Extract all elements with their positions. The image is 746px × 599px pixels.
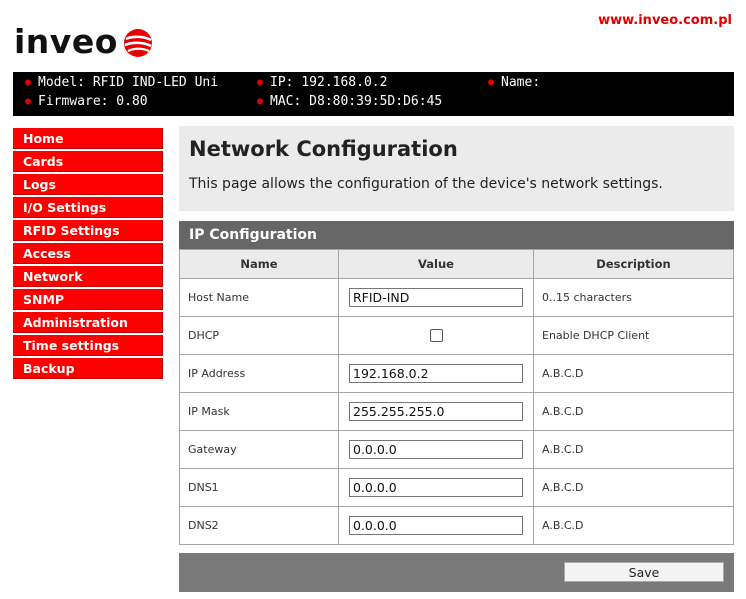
dhcp-checkbox[interactable]: [429, 329, 443, 343]
sidebar-item-administration[interactable]: Administration: [13, 312, 163, 333]
row-description: A.B.C.D: [533, 392, 734, 431]
form-footer: Save: [179, 553, 734, 592]
row-label: DNS1: [179, 468, 339, 507]
table-row-ip-mask: IP Mask A.B.C.D: [179, 392, 734, 431]
sidebar-item-snmp[interactable]: SNMP: [13, 289, 163, 310]
row-description: A.B.C.D: [533, 430, 734, 469]
name-info: ● Name:: [488, 75, 541, 90]
page-description: This page allows the configuration of th…: [189, 176, 663, 192]
ip-config-table: Name Value Description Host Name 0..15 c…: [179, 249, 734, 545]
sidebar-item-cards[interactable]: Cards: [13, 151, 163, 172]
ip-mask-input[interactable]: [349, 402, 523, 421]
row-label: Gateway: [179, 430, 339, 469]
table-row-gateway: Gateway A.B.C.D: [179, 430, 734, 469]
row-description: A.B.C.D: [533, 354, 734, 393]
red-dot-icon: ●: [257, 96, 264, 107]
row-label: DNS2: [179, 506, 339, 545]
logo-text: inveo: [14, 22, 118, 61]
ip-config-section-title: IP Configuration: [179, 221, 734, 249]
sidebar-nav: Home Cards Logs I/O Settings RFID Settin…: [13, 128, 163, 381]
host-name-input[interactable]: [349, 288, 523, 307]
firmware-info: ● Firmware: 0.80: [25, 94, 148, 109]
row-description: A.B.C.D: [533, 468, 734, 507]
table-row-dhcp: DHCP Enable DHCP Client: [179, 316, 734, 355]
sidebar-item-time-settings[interactable]: Time settings: [13, 335, 163, 356]
site-url-link[interactable]: www.inveo.com.pl: [598, 13, 732, 28]
red-dot-icon: ●: [25, 77, 32, 88]
sidebar-item-io-settings[interactable]: I/O Settings: [13, 197, 163, 218]
sidebar-item-home[interactable]: Home: [13, 128, 163, 149]
row-description: 0..15 characters: [533, 278, 734, 317]
column-header-description: Description: [533, 249, 734, 279]
sidebar-item-logs[interactable]: Logs: [13, 174, 163, 195]
sidebar-item-backup[interactable]: Backup: [13, 358, 163, 379]
mac-info: ● MAC: D8:80:39:5D:D6:45: [257, 94, 443, 109]
red-dot-icon: ●: [488, 77, 495, 88]
row-description: Enable DHCP Client: [533, 316, 734, 355]
row-description: A.B.C.D: [533, 506, 734, 545]
row-label: Host Name: [179, 278, 339, 317]
table-row-ip-address: IP Address A.B.C.D: [179, 354, 734, 393]
page-header: Network Configuration This page allows t…: [179, 126, 734, 211]
device-info-bar: ● Model: RFID IND-LED Uni ● Firmware: 0.80…: [13, 72, 734, 116]
row-label: IP Mask: [179, 392, 339, 431]
sidebar-item-rfid-settings[interactable]: RFID Settings: [13, 220, 163, 241]
dns2-input[interactable]: [349, 516, 523, 535]
table-row-host-name: Host Name 0..15 characters: [179, 278, 734, 317]
save-button[interactable]: Save: [564, 562, 724, 582]
table-row-dns2: DNS2 A.B.C.D: [179, 506, 734, 545]
table-header-row: Name Value Description: [179, 249, 734, 279]
inveo-globe-icon: [123, 29, 152, 57]
row-label: IP Address: [179, 354, 339, 393]
page-title: Network Configuration: [189, 137, 458, 161]
red-dot-icon: ●: [25, 96, 32, 107]
ip-address-input[interactable]: [349, 364, 523, 383]
row-label: DHCP: [179, 316, 339, 355]
red-dot-icon: ●: [257, 77, 264, 88]
column-header-value: Value: [338, 249, 534, 279]
gateway-input[interactable]: [349, 440, 523, 459]
model-info: ● Model: RFID IND-LED Uni: [25, 75, 219, 90]
sidebar-item-access[interactable]: Access: [13, 243, 163, 264]
sidebar-item-network[interactable]: Network: [13, 266, 163, 287]
column-header-name: Name: [179, 249, 339, 279]
ip-info: ● IP: 192.168.0.2: [257, 75, 388, 90]
table-row-dns1: DNS1 A.B.C.D: [179, 468, 734, 507]
inveo-logo: inveo: [14, 24, 154, 60]
dns1-input[interactable]: [349, 478, 523, 497]
